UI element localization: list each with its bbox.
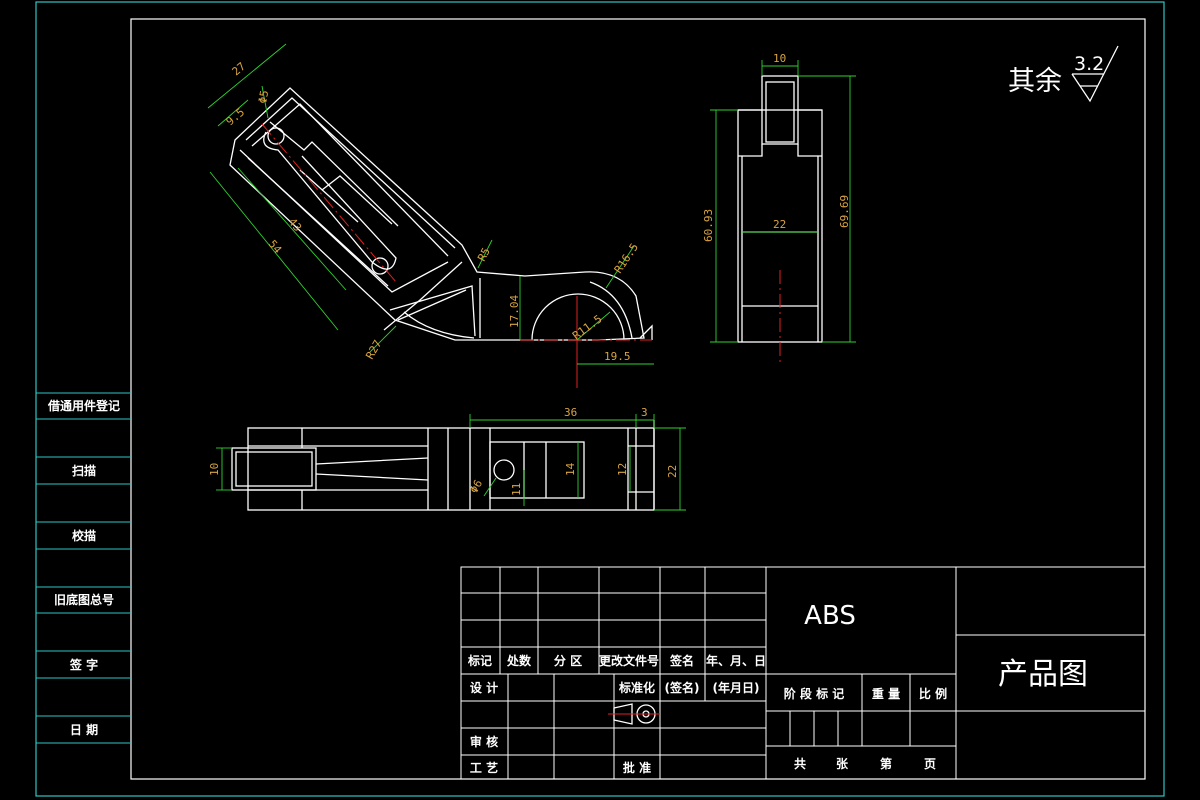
side-label-date: 日 期 xyxy=(70,722,98,737)
projection-symbol-icon xyxy=(608,703,660,725)
dim-r27: R27 xyxy=(363,338,384,362)
tb-process: 工 艺 xyxy=(470,760,498,775)
dim-r11-5: R11.5 xyxy=(570,312,604,342)
tb-sheet-no: 第 xyxy=(880,756,892,771)
tb-page: 页 xyxy=(924,757,936,771)
tb-header-change-doc: 更改文件号 xyxy=(599,653,659,668)
side-label-scan: 扫描 xyxy=(72,463,96,478)
dim-54: 54 xyxy=(266,238,285,257)
dim-60-93: 60.93 xyxy=(702,209,715,242)
tb-header-zone: 分 区 xyxy=(554,653,582,668)
dim-17-04: 17.04 xyxy=(508,295,521,328)
title-block: 标记 处数 分 区 更改文件号 签名 年、月、日 设 计 标准化 (签名) (年… xyxy=(460,566,1146,780)
top-view: 36 3 10 Φ6 11 14 12 22 xyxy=(208,406,686,511)
tb-sign-date: (年月日) xyxy=(713,680,760,695)
dim-phi-5: Φ5 xyxy=(256,89,271,104)
tb-header-mark: 标记 xyxy=(467,653,492,668)
dim-36: 36 xyxy=(564,406,577,419)
cad-drawing-sheet: 借通用件登记 扫描 校描 旧底图总号 签 字 日 期 其余 3.2 27 9.5… xyxy=(35,1,1165,797)
tb-approve: 批 准 xyxy=(623,760,651,775)
tb-header-sign: 签名 xyxy=(669,653,694,668)
tb-sign-name: (签名) xyxy=(665,680,700,695)
outer-frame xyxy=(35,1,1165,797)
tb-review: 审 核 xyxy=(470,734,498,749)
side-registration-strip: 借通用件登记 扫描 校描 旧底图总号 签 字 日 期 xyxy=(36,392,131,744)
roughness-label: 其余 xyxy=(1008,66,1062,97)
angled-main-view: 27 9.5 Φ5 43 54 R5 R16.5 R27 17.04 R11.5… xyxy=(207,43,654,388)
tb-header-date: 年、月、日 xyxy=(706,653,766,668)
dim-27: 27 xyxy=(230,60,249,78)
tb-weight: 重 量 xyxy=(872,686,900,701)
dim-69-69: 69.69 xyxy=(838,195,851,228)
dim-r16-5: R16.5 xyxy=(612,241,641,276)
side-label-old-drawing-no: 旧底图总号 xyxy=(54,592,114,607)
tb-scale: 比 例 xyxy=(919,686,947,701)
surface-roughness-note: 其余 3.2 xyxy=(1008,45,1119,103)
side-label-registration: 借通用件登记 xyxy=(47,398,120,413)
dim-3: 3 xyxy=(641,406,648,419)
tb-drawing-name: 产品图 xyxy=(998,657,1088,692)
dim-10-top-view: 10 xyxy=(208,463,221,476)
dim-14: 14 xyxy=(564,462,577,476)
tb-sheets-total: 共 xyxy=(794,756,806,771)
right-side-view: 10 60.93 69.69 22 xyxy=(702,52,856,366)
tb-sheet-unit: 张 xyxy=(836,756,849,771)
tb-design: 设 计 xyxy=(470,680,498,695)
tb-standardization: 标准化 xyxy=(618,680,655,695)
side-label-check: 校描 xyxy=(72,528,96,543)
dim-r5: R5 xyxy=(475,246,493,264)
roughness-value: 3.2 xyxy=(1074,53,1104,75)
dim-11: 11 xyxy=(510,483,523,496)
dim-10-top: 10 xyxy=(773,52,786,65)
side-label-signature: 签 字 xyxy=(69,657,98,672)
dim-12: 12 xyxy=(616,463,629,476)
dim-19-5: 19.5 xyxy=(604,350,631,363)
dim-22-top: 22 xyxy=(666,465,679,478)
dim-22-side: 22 xyxy=(773,218,786,231)
tb-stage-mark: 阶 段 标 记 xyxy=(784,686,845,701)
tb-header-count: 处数 xyxy=(506,653,532,668)
tb-material: ABS xyxy=(804,601,856,631)
dim-9-5: 9.5 xyxy=(224,106,248,129)
